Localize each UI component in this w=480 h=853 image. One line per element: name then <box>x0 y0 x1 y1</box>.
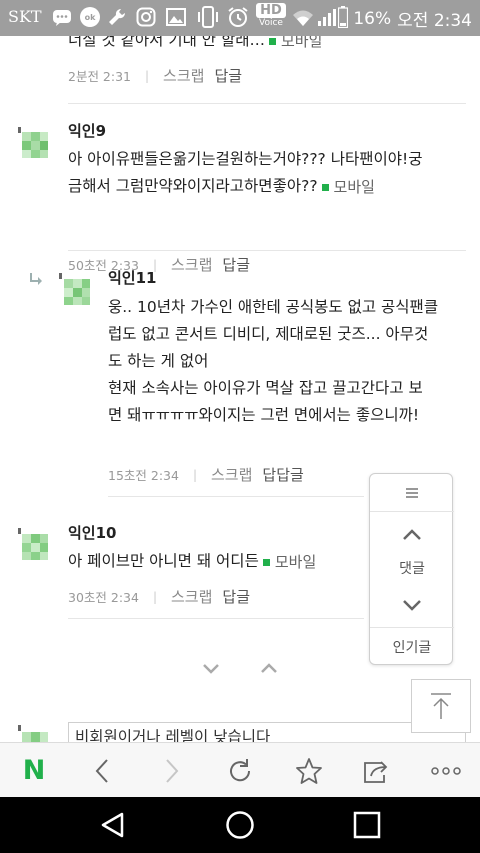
avatar <box>22 534 48 560</box>
browser-toolbar: N <box>0 742 480 797</box>
signal-icon <box>318 9 336 26</box>
scrap-button[interactable]: 스크랩 <box>171 254 212 275</box>
divider <box>68 618 364 619</box>
gallery-icon <box>166 8 186 26</box>
chevron-up-icon <box>403 529 421 540</box>
nav-recents-button[interactable] <box>307 797 427 853</box>
menu-button[interactable] <box>370 474 454 512</box>
scroll-top-button[interactable] <box>411 679 471 733</box>
carrier-label: SKT <box>8 7 42 26</box>
comment-body: 웅.. 10년차 가수인 애한테 공식봉도 없고 공식팬클 럽도 없고 콘서트 … <box>108 298 439 424</box>
ok-cashbag-icon: ok <box>80 7 100 27</box>
naver-logo: N <box>22 755 46 786</box>
reply-button[interactable]: 답답글 <box>262 464 303 485</box>
comment-time: 2분전 2:31 <box>68 69 131 84</box>
comment-down-button[interactable] <box>370 592 454 618</box>
comment-time: 30초전 2:34 <box>68 590 139 605</box>
separator: | <box>192 467 197 482</box>
comment-time: 15초전 2:34 <box>108 468 179 483</box>
wifi-icon <box>293 10 313 26</box>
forward-button[interactable] <box>138 743 206 798</box>
comment-body: 너실 것 같아서 기대 안 할래… 모바일 <box>68 36 322 55</box>
refresh-button[interactable] <box>206 743 274 798</box>
comments-label[interactable]: 댓글 <box>370 558 454 578</box>
pagination-arrows <box>203 663 277 674</box>
system-nav-bar <box>0 797 480 853</box>
mobile-dot-icon <box>262 559 270 566</box>
status-right: 16% 오전 2:34 <box>353 6 472 32</box>
arrow-to-top-icon <box>431 693 451 719</box>
separator: | <box>145 68 150 83</box>
chat-bubble-icon <box>53 10 71 26</box>
instagram-icon <box>136 7 156 27</box>
divider <box>68 103 466 104</box>
nickname[interactable]: 익인10 <box>68 522 116 543</box>
avatar <box>64 279 90 305</box>
alarm-icon <box>228 7 248 27</box>
avatar <box>22 132 48 158</box>
nav-home-icon <box>226 811 254 839</box>
comment-up-button[interactable] <box>370 522 454 548</box>
next-page-icon[interactable] <box>261 663 277 673</box>
marker <box>59 273 62 279</box>
comment-meta: 50초전 2:33 | 스크랩 답글 <box>68 254 250 275</box>
mobile-badge: 모바일 <box>321 174 375 201</box>
share-icon <box>364 760 388 783</box>
forward-icon <box>166 758 179 783</box>
reply-button[interactable]: 답글 <box>222 254 250 275</box>
comment-body: 아 페이브만 아니면 돼 어디든 모바일 <box>68 548 316 576</box>
comment-meta: 2분전 2:31 | 스크랩 답글 <box>68 65 242 86</box>
scrap-button[interactable]: 스크랩 <box>211 464 252 485</box>
nav-back-button[interactable] <box>53 797 173 853</box>
comment-meta: 30초전 2:34 | 스크랩 답글 <box>68 586 250 607</box>
reply-button[interactable]: 답글 <box>214 65 242 86</box>
svg-text:ok: ok <box>85 13 96 22</box>
nickname[interactable]: 익인9 <box>68 120 106 141</box>
divider <box>68 250 466 251</box>
marker <box>18 127 21 133</box>
refresh-icon <box>230 758 251 781</box>
scrap-button[interactable]: 스크랩 <box>163 65 204 86</box>
separator: | <box>152 589 157 604</box>
divider <box>108 496 364 497</box>
clock: 오전 2:34 <box>397 11 472 31</box>
mobile-badge: 모바일 <box>262 549 316 576</box>
mobile-dot-icon <box>269 38 276 45</box>
popular-posts-button[interactable]: 인기글 <box>370 627 454 665</box>
more-button[interactable] <box>412 743 480 798</box>
wrench-icon <box>109 8 126 26</box>
marker <box>18 725 21 731</box>
status-bar: SKT ok HD Voice 16% 오전 2:34 <box>0 0 480 36</box>
nav-back-icon <box>101 812 124 838</box>
more-icon <box>431 766 461 775</box>
share-button[interactable] <box>343 743 411 798</box>
reply-button[interactable]: 답글 <box>222 586 250 607</box>
vibrate-icon <box>198 6 218 28</box>
comment-meta: 15초전 2:34 | 스크랩 답답글 <box>108 464 304 485</box>
battery-percent: 16% <box>353 8 392 29</box>
comment-body: 아 아이유팬들은옮기는걸원하는거야??? 나타팬이야!궁 금해서 그럼만약와이지… <box>68 146 422 201</box>
mobile-badge: 모바일 <box>269 36 322 55</box>
bookmark-button[interactable] <box>275 743 343 798</box>
prev-page-icon[interactable] <box>203 664 219 674</box>
nickname[interactable]: 익인11 <box>108 267 156 288</box>
hd-voice-icon: HD Voice <box>256 3 286 33</box>
menu-icon <box>406 487 418 498</box>
naver-home-button[interactable]: N <box>0 743 68 798</box>
nav-home-button[interactable] <box>180 797 300 853</box>
battery-icon <box>338 6 348 28</box>
back-button[interactable] <box>68 743 136 798</box>
chevron-down-icon <box>403 600 421 611</box>
mobile-dot-icon <box>321 184 329 191</box>
star-icon <box>296 757 322 784</box>
floating-nav-panel: 댓글 인기글 <box>369 473 454 665</box>
scrap-button[interactable]: 스크랩 <box>171 586 212 607</box>
reply-arrow-icon <box>30 273 42 285</box>
avatar <box>22 732 48 742</box>
back-icon <box>95 758 108 783</box>
marker <box>18 528 21 534</box>
nav-recents-icon <box>353 811 381 839</box>
